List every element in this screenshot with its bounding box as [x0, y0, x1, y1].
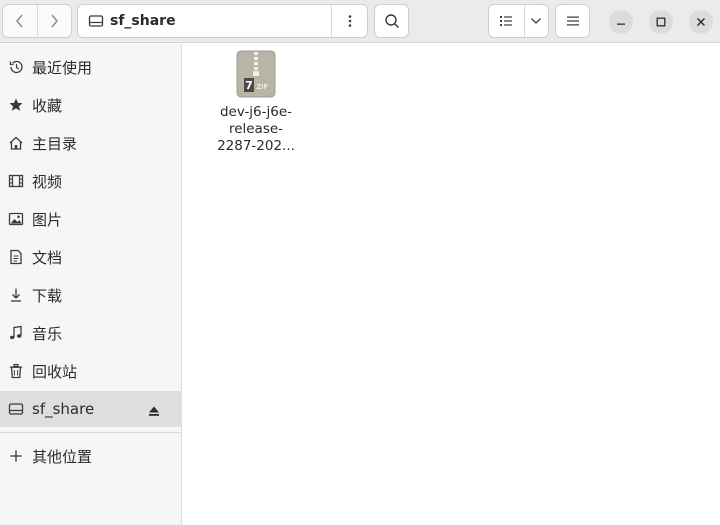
file-name: dev-j6-j6e- release- 2287-202... — [209, 104, 303, 155]
sidebar-item-recent[interactable]: 最近使用 — [0, 49, 182, 85]
archive-badge-label: ZIP — [256, 83, 267, 91]
zip-archive-icon: 7 ZIP — [236, 50, 276, 98]
drive-icon — [8, 401, 24, 417]
eject-icon — [149, 406, 159, 416]
sidebar-item-label: 音乐 — [32, 324, 63, 343]
close-icon — [697, 18, 705, 26]
sidebar-item-downloads[interactable]: 下载 — [0, 277, 182, 313]
sidebar-item-starred[interactable]: 收藏 — [0, 87, 182, 123]
sidebar-item-label: 文档 — [32, 248, 63, 267]
music-icon — [8, 325, 24, 341]
sidebar: 最近使用 收藏 主目录 视频 图片 文档 下载 音乐 回收站 sf_share … — [0, 44, 182, 525]
sidebar-item-label: 收藏 — [32, 96, 63, 115]
sidebar-item-label: 下载 — [32, 286, 63, 305]
sidebar-item-label: 视频 — [32, 172, 63, 191]
sidebar-item-label: sf_share — [32, 400, 95, 418]
download-icon — [8, 287, 24, 303]
file-name-line: 2287-202... — [217, 138, 295, 154]
sidebar-item-music[interactable]: 音乐 — [0, 315, 182, 351]
hamburger-menu-icon — [566, 16, 579, 26]
sidebar-item-label: 回收站 — [32, 362, 78, 381]
trash-icon — [8, 363, 24, 379]
eject-button[interactable] — [148, 402, 160, 421]
back-button[interactable] — [3, 5, 37, 37]
sidebar-item-sf-share[interactable]: sf_share — [0, 391, 182, 427]
file-name-line: dev-j6-j6e- — [219, 104, 293, 120]
search-icon — [384, 14, 399, 29]
minimize-button[interactable] — [609, 10, 633, 34]
video-icon — [8, 173, 24, 189]
minimize-icon — [617, 23, 625, 25]
file-name-line: release- — [228, 121, 284, 137]
sidebar-item-home[interactable]: 主目录 — [0, 125, 182, 161]
sidebar-item-label: 其他位置 — [32, 447, 93, 466]
view-options-button[interactable] — [523, 5, 548, 37]
sidebar-item-trash[interactable]: 回收站 — [0, 353, 182, 389]
sidebar-item-label: 最近使用 — [32, 58, 93, 77]
sidebar-item-videos[interactable]: 视频 — [0, 163, 182, 199]
search-button[interactable] — [374, 4, 409, 38]
sidebar-item-documents[interactable]: 文档 — [0, 239, 182, 275]
close-button[interactable] — [689, 10, 713, 34]
recent-icon — [8, 59, 24, 75]
maximize-button[interactable] — [649, 10, 673, 34]
file-item[interactable]: 7 ZIP dev-j6-j6e- release- 2287-202... — [209, 50, 303, 155]
sidebar-item-label: 主目录 — [32, 134, 78, 153]
view-toggle-group — [488, 4, 549, 38]
chevron-right-icon — [51, 14, 59, 28]
image-icon — [8, 211, 24, 227]
sidebar-item-pictures[interactable]: 图片 — [0, 201, 182, 237]
chevron-down-icon — [531, 18, 542, 24]
star-icon — [8, 97, 24, 113]
archive-badge-number: 7 — [245, 79, 253, 92]
main-menu-button[interactable] — [555, 4, 590, 38]
list-view-button[interactable] — [489, 5, 524, 37]
sidebar-item-other-locations[interactable]: 其他位置 — [0, 438, 182, 474]
plus-icon — [8, 448, 24, 464]
sidebar-divider — [0, 432, 182, 433]
path-menu-button[interactable] — [331, 5, 367, 37]
vertical-dots-icon — [348, 15, 351, 27]
path-label: sf_share — [110, 13, 176, 29]
forward-button[interactable] — [36, 5, 72, 37]
list-view-icon — [500, 16, 513, 26]
path-bar: sf_share — [77, 4, 368, 38]
document-icon — [8, 249, 24, 265]
path-crumb-current[interactable]: sf_share — [78, 5, 331, 37]
home-icon — [8, 135, 24, 151]
drive-icon — [88, 15, 104, 27]
maximize-icon — [656, 17, 666, 27]
header-bar: sf_share — [0, 0, 720, 43]
sidebar-item-label: 图片 — [32, 210, 63, 229]
chevron-left-icon — [15, 14, 23, 28]
file-view: 7 ZIP dev-j6-j6e- release- 2287-202... — [183, 44, 720, 525]
navigation-buttons — [2, 4, 72, 38]
